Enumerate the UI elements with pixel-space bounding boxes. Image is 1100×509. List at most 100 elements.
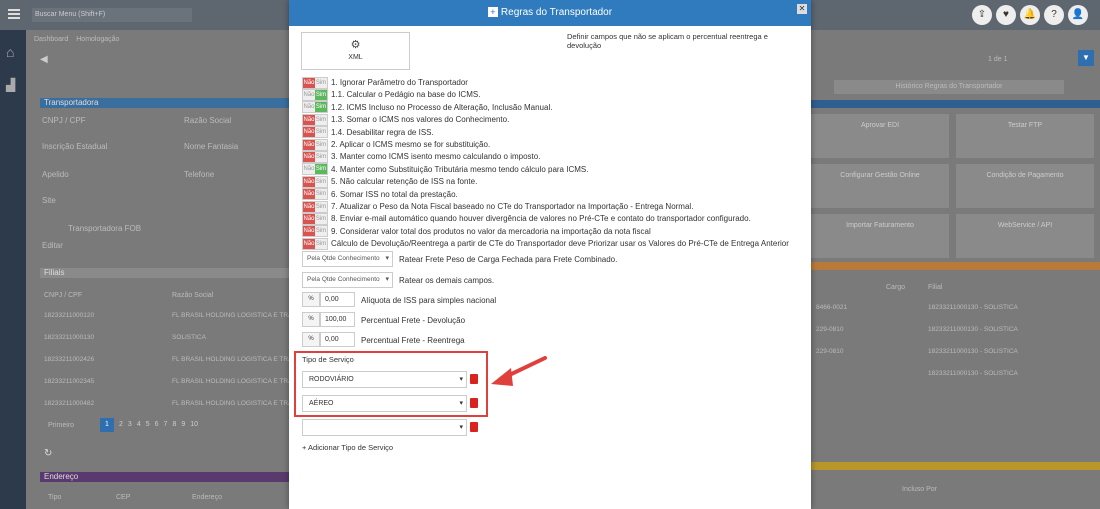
historico-button[interactable]: Histórico Regras do Transportador	[834, 80, 1064, 94]
toggle-yes[interactable]: Sim	[315, 189, 327, 200]
rule-label: 4. Manter como Substituição Tributária m…	[331, 164, 589, 174]
toggle-yes[interactable]: Sim	[315, 201, 327, 212]
action-tile[interactable]: Configurar Gestão Online	[811, 164, 949, 208]
action-tile[interactable]: Testar FTP	[956, 114, 1094, 158]
bell-icon[interactable]: 🔔	[1020, 5, 1040, 25]
toggle-yes[interactable]: Sim	[315, 102, 327, 113]
rule-label: 1.3. Somar o ICMS nos valores do Conheci…	[331, 115, 510, 125]
rule-toggle[interactable]: Não Sim	[302, 76, 328, 89]
trash-icon[interactable]	[470, 374, 478, 384]
toggle-yes[interactable]: Sim	[315, 176, 327, 187]
menu-icon[interactable]	[8, 9, 20, 19]
filial-razao: FL BRASIL HOLDING LOGISTICA E TRANS	[172, 378, 289, 385]
rule-toggle[interactable]: Não Sim	[302, 113, 328, 126]
pager-first[interactable]: Primeiro	[48, 422, 74, 429]
rule-toggle[interactable]: Não Sim	[302, 126, 328, 139]
rule-toggle[interactable]: Não Sim	[302, 188, 328, 201]
toggle-no[interactable]: Não	[303, 139, 315, 150]
user-avatar-icon[interactable]: 👤	[1068, 5, 1088, 25]
rateio-select[interactable]: Pela Qtde Conhecimento ▾	[302, 251, 393, 267]
toggle-yes[interactable]: Sim	[315, 164, 327, 175]
rule-label: 8. Enviar e-mail automático quando houve…	[331, 214, 751, 224]
toggle-yes[interactable]: Sim	[315, 77, 327, 88]
modal-title: Regras do Transportador	[500, 7, 613, 18]
pager-page[interactable]: 8	[172, 418, 176, 432]
pager-page[interactable]: 6	[155, 418, 159, 432]
tab-homologacao[interactable]: Homologação	[76, 36, 119, 43]
percent-input[interactable]: 100,00	[320, 312, 355, 327]
toggle-yes[interactable]: Sim	[315, 151, 327, 162]
rule-toggle[interactable]: Não Sim	[302, 138, 328, 151]
right-col-cargo: Cargo	[886, 284, 906, 291]
toggle-yes[interactable]: Sim	[315, 127, 327, 138]
refresh-icon[interactable]: ↻	[44, 448, 52, 459]
pager: 1 2 3 4 5 6 7 8 9 10	[100, 418, 198, 432]
rule-toggle[interactable]: Não Sim	[302, 225, 328, 238]
upload-icon[interactable]: ⇪	[972, 5, 992, 25]
service-select[interactable]: ▾	[302, 419, 467, 436]
trash-icon[interactable]	[470, 422, 478, 432]
toggle-no[interactable]: Não	[303, 114, 315, 125]
pager-page[interactable]: 7	[164, 418, 168, 432]
close-icon[interactable]: ✕	[797, 4, 807, 14]
toggle-no[interactable]: Não	[303, 77, 315, 88]
toggle-no[interactable]: Não	[303, 164, 315, 175]
rule-toggle[interactable]: Não Sim	[302, 88, 328, 101]
rule-toggle[interactable]: Não Sim	[302, 175, 328, 188]
rule-toggle[interactable]: Não Sim	[302, 101, 328, 114]
toggle-yes[interactable]: Sim	[315, 139, 327, 150]
action-tile[interactable]: WebService / API	[956, 214, 1094, 258]
pager-page[interactable]: 1	[100, 418, 114, 432]
tab-dashboard[interactable]: Dashboard	[34, 36, 68, 43]
pager-page[interactable]: 9	[181, 418, 185, 432]
home-icon[interactable]: ⌂	[6, 44, 14, 60]
toggle-no[interactable]: Não	[303, 201, 315, 212]
xml-button[interactable]: ⚙ XML	[301, 32, 410, 70]
rateio-select[interactable]: Pela Qtde Conhecimento ▾	[302, 272, 393, 288]
action-tile[interactable]: Condição de Pagamento	[956, 164, 1094, 208]
add-service-link[interactable]: + Adicionar Tipo de Serviço	[302, 443, 393, 452]
help-icon[interactable]: ?	[1044, 5, 1064, 25]
rule-toggle[interactable]: Não Sim	[302, 163, 328, 176]
rule-toggle[interactable]: Não Sim	[302, 200, 328, 213]
toggle-yes[interactable]: Sim	[315, 114, 327, 125]
search-input[interactable]: Buscar Menu (Shift+F)	[32, 8, 192, 22]
pager-page[interactable]: 2	[119, 418, 123, 432]
action-tile[interactable]: Aprovar EDI	[811, 114, 949, 158]
rules-modal: + Regras do Transportador ✕ ⚙ XML Definir…	[289, 0, 811, 509]
percent-input[interactable]: 0,00	[320, 332, 355, 347]
pager-page[interactable]: 10	[190, 418, 198, 432]
toggle-no[interactable]: Não	[303, 226, 315, 237]
rule-toggle[interactable]: Não Sim	[302, 237, 328, 250]
toggle-no[interactable]: Não	[303, 89, 315, 100]
rule-toggle[interactable]: Não Sim	[302, 212, 328, 225]
pager-page[interactable]: 3	[128, 418, 132, 432]
toggle-no[interactable]: Não	[303, 189, 315, 200]
toggle-no[interactable]: Não	[303, 102, 315, 113]
toggle-no[interactable]: Não	[303, 238, 315, 249]
toggle-no[interactable]: Não	[303, 213, 315, 224]
filial-razao: SOLISTICA	[172, 334, 206, 341]
toggle-yes[interactable]: Sim	[315, 89, 327, 100]
rule-toggle[interactable]: Não Sim	[302, 150, 328, 163]
filter-icon[interactable]: ▼	[1078, 50, 1094, 66]
toggle-yes[interactable]: Sim	[315, 226, 327, 237]
factory-icon[interactable]: ▟	[6, 78, 15, 92]
pager-page[interactable]: 5	[146, 418, 150, 432]
service-select[interactable]: RODOVIÁRIO ▾	[302, 371, 467, 388]
toggle-no[interactable]: Não	[303, 127, 315, 138]
toggle-yes[interactable]: Sim	[315, 213, 327, 224]
service-select[interactable]: AÉREO ▾	[302, 395, 467, 412]
heart-icon[interactable]: ♥	[996, 5, 1016, 25]
toggle-no[interactable]: Não	[303, 176, 315, 187]
toggle-no[interactable]: Não	[303, 151, 315, 162]
toggle-yes[interactable]: Sim	[315, 238, 327, 249]
back-arrow-icon[interactable]: ◀	[40, 54, 48, 65]
percent-input[interactable]: 0,00	[320, 292, 355, 307]
pager-page[interactable]: 4	[137, 418, 141, 432]
edit-link[interactable]: Editar	[42, 241, 63, 250]
action-tile[interactable]: Importar Faturamento	[811, 214, 949, 258]
trash-icon[interactable]	[470, 398, 478, 408]
section-endereco: Endereço	[40, 472, 289, 482]
right-filial: 18233211000130 - SOLISTICA	[928, 326, 1018, 333]
